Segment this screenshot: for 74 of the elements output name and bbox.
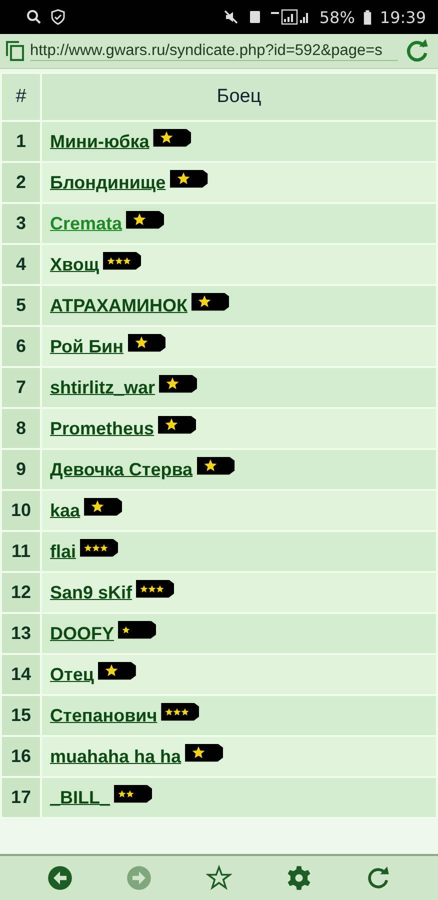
star-icon [84, 544, 92, 552]
star-icon [100, 544, 108, 552]
star-icon [165, 418, 178, 432]
player-link[interactable]: Степанович [50, 705, 158, 726]
player-link[interactable]: Блондинище [50, 172, 166, 192]
player-link[interactable]: _BILL_ [50, 787, 110, 808]
player-link[interactable]: muahaha ha ha [50, 746, 182, 766]
star-icon [140, 584, 148, 593]
player-link[interactable]: Prometheus [50, 418, 154, 438]
player-link[interactable]: kaa [50, 500, 80, 520]
row-number: 15 [1, 695, 41, 736]
battery-icon [362, 10, 372, 24]
row-number: 10 [1, 490, 41, 531]
star-icon [115, 256, 124, 265]
player-link[interactable]: Мини-юбка [50, 131, 150, 152]
row-number: 17 [1, 777, 41, 818]
star-icon [91, 500, 104, 514]
clock: 19:39 [380, 8, 426, 26]
tabs-icon[interactable] [6, 41, 24, 61]
player-link[interactable]: Рой Бин [50, 336, 124, 356]
row-number: 13 [1, 613, 41, 654]
row-number: 7 [1, 367, 41, 408]
row-number: 11 [1, 531, 41, 572]
star-icon [160, 131, 174, 144]
star-icon [92, 544, 100, 552]
row-number: 5 [1, 285, 41, 326]
star-icon [134, 336, 148, 350]
player-link[interactable]: Хвощ [50, 254, 100, 274]
row-number: 14 [1, 654, 41, 695]
mute-icon [223, 9, 240, 25]
star-icon [192, 746, 206, 760]
star-icon [165, 708, 174, 716]
reload-icon[interactable] [365, 865, 392, 891]
search-icon [26, 9, 42, 25]
row-number: 12 [1, 572, 41, 613]
settings-icon[interactable] [286, 865, 312, 891]
player-link[interactable]: Отец [50, 664, 94, 684]
star-icon [118, 790, 126, 798]
star-icon [104, 664, 118, 678]
star-icon [204, 459, 217, 472]
star-icon [181, 708, 190, 716]
star-icon [107, 256, 116, 265]
star-icon [156, 584, 164, 593]
star-icon [123, 256, 132, 265]
player-link[interactable]: DOOFY [50, 623, 114, 644]
star-icon [148, 584, 156, 593]
row-number: 6 [1, 326, 41, 367]
star-icon [166, 377, 180, 390]
player-link[interactable]: Cremata [50, 213, 122, 234]
player-link[interactable]: flai [50, 541, 76, 562]
row-number: 3 [1, 203, 41, 244]
column-header: Боец [41, 73, 437, 121]
row-number: 4 [1, 244, 41, 285]
star-icon [173, 708, 182, 716]
star-icon [122, 626, 130, 634]
player-link[interactable]: shtirlitz_war [50, 377, 156, 398]
row-number: 9 [1, 449, 41, 490]
row-number: 2 [1, 162, 41, 203]
back-icon[interactable] [46, 865, 73, 891]
row-number: 16 [1, 736, 41, 777]
player-link[interactable]: San9 sKif [50, 582, 132, 602]
star-icon [126, 790, 134, 798]
star-icon [133, 213, 146, 226]
row-number: 1 [1, 121, 41, 162]
star-icon [198, 295, 212, 308]
battery-percent: 58% [319, 8, 355, 26]
player-link[interactable]: Девочка Стерва [50, 459, 193, 480]
player-link[interactable]: АТРАХАМИНОК [50, 295, 188, 316]
star-icon[interactable] [206, 865, 232, 891]
shield-icon [50, 9, 66, 25]
reload-icon[interactable] [404, 38, 430, 64]
column-header: # [1, 73, 41, 121]
row-number: 8 [1, 408, 41, 449]
star-icon [176, 172, 190, 186]
